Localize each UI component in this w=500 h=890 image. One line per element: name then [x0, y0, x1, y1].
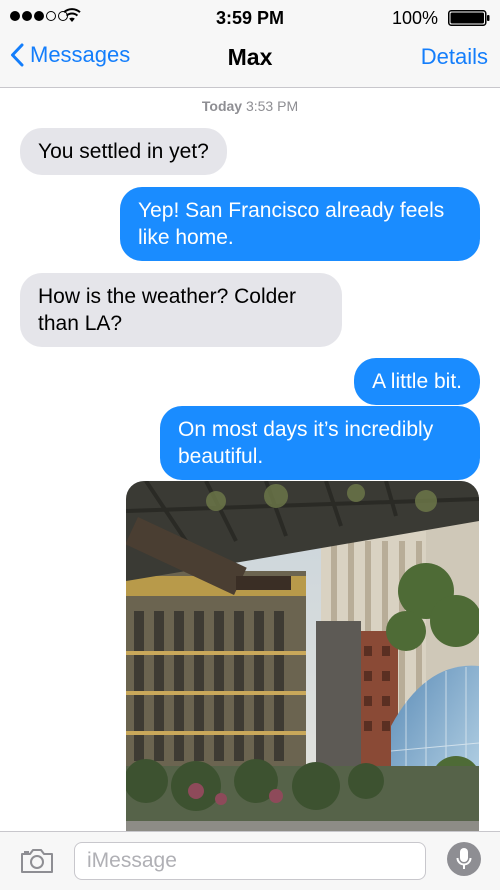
status-bar: 3:59 PM 100%: [0, 0, 500, 34]
chevron-left-icon: [11, 43, 24, 67]
message-bubble-incoming[interactable]: How is the weather? Colder than LA?: [20, 273, 342, 347]
back-button[interactable]: Messages: [10, 42, 130, 68]
message-input-bar: [0, 831, 500, 890]
conversation-timestamp: Today 3:53 PM: [0, 98, 500, 114]
back-button-label: Messages: [30, 42, 131, 67]
photo-message[interactable]: [126, 481, 479, 841]
message-bubble-outgoing[interactable]: Yep! San Francisco already feels like ho…: [120, 187, 480, 261]
microphone-icon: [456, 848, 472, 869]
camera-icon[interactable]: [20, 848, 54, 874]
details-button[interactable]: Details: [421, 44, 488, 70]
timestamp-day: Today: [201, 98, 243, 114]
navigation-bar: Messages Max Details: [0, 34, 500, 88]
battery-icon: [448, 10, 490, 26]
imessage-input[interactable]: [74, 842, 426, 880]
timestamp-time: 3:53 PM: [245, 98, 299, 114]
photo-image: [126, 481, 479, 841]
message-bubble-outgoing[interactable]: A little bit.: [354, 358, 480, 405]
microphone-button[interactable]: [447, 842, 481, 876]
message-bubble-outgoing[interactable]: On most days it’s incredibly beautiful.: [160, 406, 480, 480]
battery-percent: 100%: [391, 8, 438, 28]
message-bubble-incoming[interactable]: You settled in yet?: [20, 128, 227, 175]
